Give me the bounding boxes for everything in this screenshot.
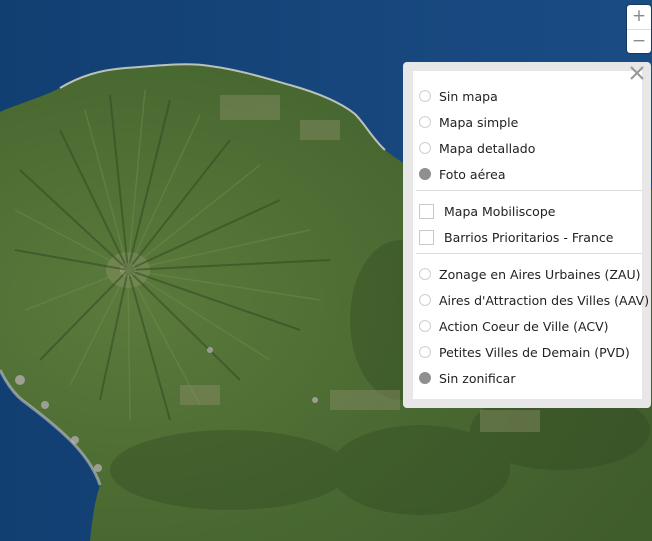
option-label: Foto aérea [439,166,506,182]
separator [416,253,642,254]
close-icon[interactable] [627,63,647,83]
zoom-control: + − [627,5,651,53]
basemap-option-mapa-detallado[interactable]: Mapa detallado [419,138,535,158]
radio-button-selected[interactable] [419,168,431,180]
basemap-option-mapa-simple[interactable]: Mapa simple [419,112,518,132]
radio-button[interactable] [419,294,431,306]
option-label: Mapa simple [439,114,519,130]
radio-button[interactable] [419,268,431,280]
zoning-option-zau[interactable]: Zonage en Aires Urbaines (ZAU) [419,264,641,284]
layers-panel-body: Sin mapa Mapa simple Mapa detallado Foto… [413,66,649,399]
radio-button[interactable] [419,116,431,128]
layers-panel: Sin mapa Mapa simple Mapa detallado Foto… [403,62,651,408]
option-label: Petites Villes de Demain (PVD) [439,344,630,360]
radio-button[interactable] [419,346,431,358]
checkbox[interactable] [419,203,434,219]
option-label: Barrios Prioritarios - France [444,229,614,245]
overlay-option-mobiliscope[interactable]: Mapa Mobiliscope [419,201,555,221]
basemap-option-foto-aerea[interactable]: Foto aérea [419,164,505,184]
option-label: Zonage en Aires Urbaines (ZAU) [439,266,641,282]
option-label: Sin mapa [439,88,498,104]
zoning-option-acv[interactable]: Action Coeur de Ville (ACV) [419,316,609,336]
option-label: Mapa detallado [439,140,536,156]
option-label: Aires d'Attraction des Villes (AAV) [439,292,650,308]
checkbox[interactable] [419,229,434,245]
zoom-in-button[interactable]: + [627,5,651,29]
zoning-option-sin-zonificar[interactable]: Sin zonificar [419,368,515,388]
separator [416,190,642,191]
option-label: Sin zonificar [439,370,516,386]
basemap-option-sin-mapa[interactable]: Sin mapa [419,86,498,106]
zoning-option-aav[interactable]: Aires d'Attraction des Villes (AAV) [419,290,649,310]
option-label: Mapa Mobiliscope [444,203,556,219]
zoom-out-button[interactable]: − [627,29,651,53]
radio-button-selected[interactable] [419,372,431,384]
zoning-option-pvd[interactable]: Petites Villes de Demain (PVD) [419,342,630,362]
overlay-option-barrios-prioritarios[interactable]: Barrios Prioritarios - France [419,227,613,247]
option-label: Action Coeur de Ville (ACV) [439,318,609,334]
radio-button[interactable] [419,142,431,154]
radio-button[interactable] [419,320,431,332]
radio-button[interactable] [419,90,431,102]
